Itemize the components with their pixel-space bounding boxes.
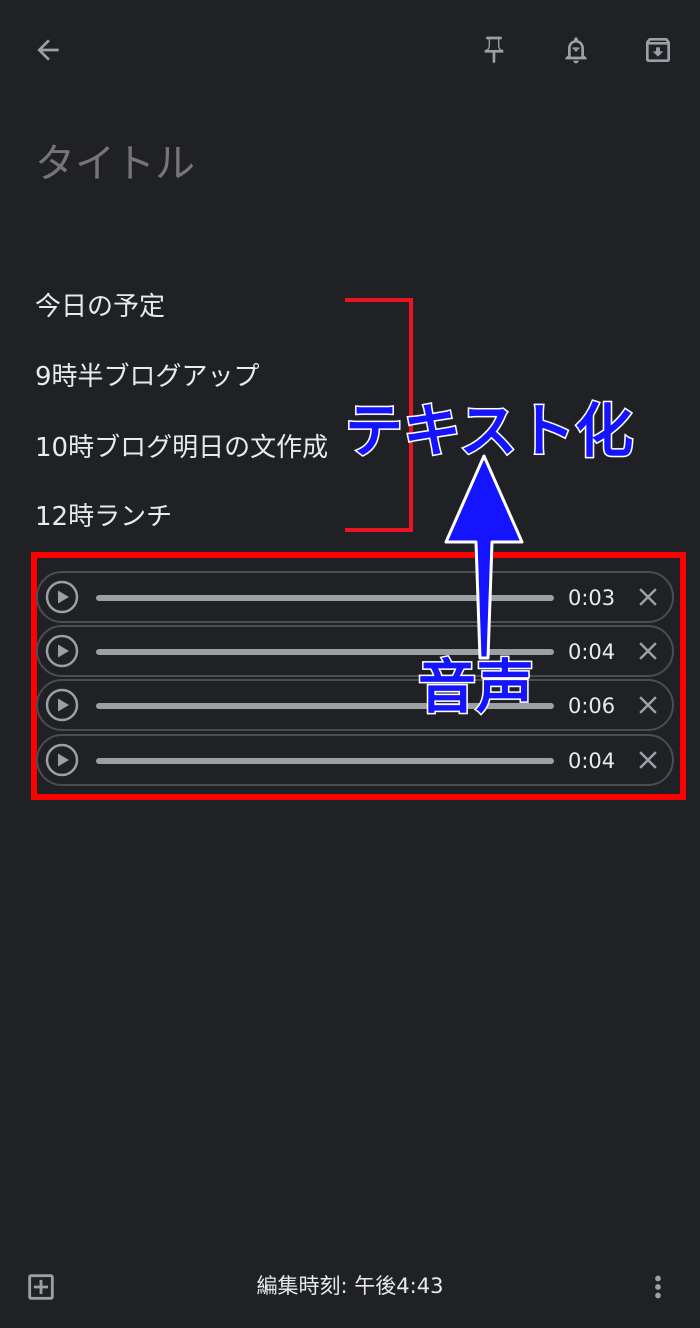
play-circle-icon [45, 580, 79, 614]
remove-audio-button[interactable] [630, 633, 666, 669]
close-icon [639, 751, 657, 769]
more-vert-icon [655, 1275, 661, 1299]
annotation-arrow-up-icon [444, 454, 524, 660]
title-input[interactable] [35, 136, 635, 192]
audio-duration: 0:03 [568, 586, 616, 610]
audio-clip: 0:03 [36, 571, 674, 623]
close-icon [639, 642, 657, 660]
play-button[interactable] [44, 633, 80, 669]
annotation-text-label: テキスト化 [343, 396, 634, 467]
more-options-button[interactable] [634, 1263, 682, 1311]
remove-audio-button[interactable] [630, 687, 666, 723]
audio-duration: 0:04 [568, 640, 616, 664]
audio-duration: 0:06 [568, 694, 616, 718]
audio-clip: 0:06 [36, 679, 674, 731]
reminder-button[interactable] [552, 26, 600, 74]
remove-audio-button[interactable] [630, 742, 666, 778]
back-button[interactable] [24, 26, 72, 74]
edited-time-status: 編集時刻: 午後4:43 [256, 1274, 444, 1298]
note-line[interactable]: 12時ランチ [35, 500, 172, 534]
note-line[interactable]: 今日の予定 [35, 290, 165, 324]
play-button[interactable] [44, 579, 80, 615]
annotation-audio-label: 音声 [416, 652, 535, 723]
play-circle-icon [45, 634, 79, 668]
note-line[interactable]: 10時ブログ明日の文作成 [35, 431, 328, 465]
note-line[interactable]: 9時半ブログアップ [35, 360, 260, 394]
bell-plus-icon [565, 37, 587, 64]
play-button[interactable] [44, 742, 80, 778]
back-arrow-icon [37, 39, 59, 61]
close-icon [639, 696, 657, 714]
audio-clip: 0:04 [36, 734, 674, 786]
play-circle-icon [45, 743, 79, 777]
pin-button[interactable] [470, 26, 518, 74]
remove-audio-button[interactable] [630, 579, 666, 615]
close-icon [639, 588, 657, 606]
archive-icon [646, 38, 670, 62]
pin-icon [484, 36, 504, 64]
play-circle-icon [45, 688, 79, 722]
audio-clip: 0:04 [36, 625, 674, 677]
audio-progress-track[interactable] [96, 758, 554, 764]
play-button[interactable] [44, 687, 80, 723]
audio-duration: 0:04 [568, 749, 616, 773]
archive-button[interactable] [634, 26, 682, 74]
